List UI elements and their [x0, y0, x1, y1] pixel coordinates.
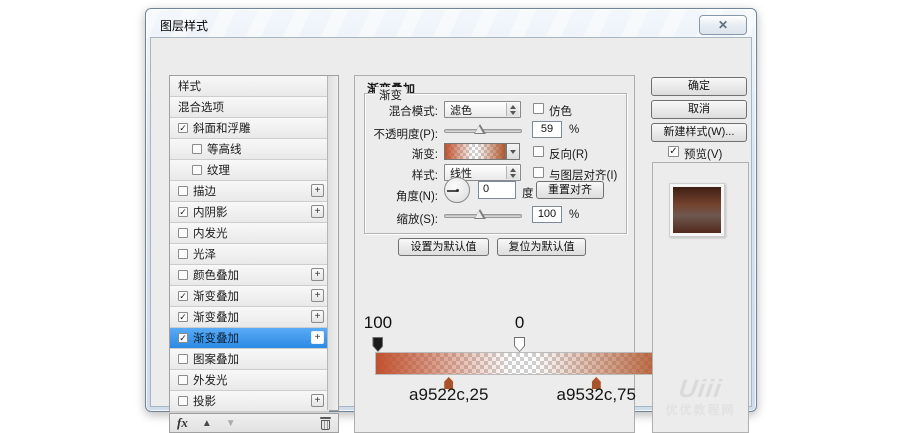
gradient-overlay-panel: 渐变叠加 渐变 混合模式: 滤色 仿色 不透明度(P): 59 % 渐变: — [354, 75, 635, 433]
scrollbar[interactable] — [327, 76, 338, 410]
sidebar-item-label: 样式 — [178, 78, 201, 94]
preview-checkbox[interactable]: ✓ — [668, 146, 679, 157]
sidebar-item[interactable]: ✓ 内阴影 + — [170, 202, 329, 223]
sidebar-item-label: 内发光 — [193, 225, 228, 241]
sidebar-item[interactable]: 光泽 — [170, 244, 329, 265]
ok-button[interactable]: 确定 — [651, 77, 747, 96]
cancel-button[interactable]: 取消 — [651, 100, 747, 119]
sidebar-item[interactable]: 纹理 — [170, 160, 329, 181]
sidebar-item[interactable]: 图案叠加 — [170, 349, 329, 370]
sidebar-item-label: 等高线 — [207, 141, 242, 157]
opacity-stop-marker[interactable] — [514, 337, 525, 352]
sidebar-item[interactable]: 混合选项 — [170, 97, 329, 118]
sidebar-item[interactable]: 投影 + — [170, 391, 329, 412]
expand-plus-icon[interactable]: + — [311, 289, 324, 302]
checkbox-icon[interactable] — [192, 144, 202, 154]
checkbox-icon[interactable]: ✓ — [178, 312, 188, 322]
opacity-stop-marker[interactable] — [372, 337, 383, 352]
expand-plus-icon[interactable]: + — [311, 205, 324, 218]
sidebar-item-label: 颜色叠加 — [193, 267, 239, 283]
sidebar-item[interactable]: 等高线 — [170, 139, 329, 160]
sidebar-item[interactable]: 描边 + — [170, 181, 329, 202]
checkbox-icon[interactable] — [178, 228, 188, 238]
sidebar-item[interactable]: ✓ 渐变叠加 + — [170, 286, 329, 307]
close-button[interactable]: ✕ — [699, 15, 747, 35]
checkbox-icon[interactable] — [178, 375, 188, 385]
checkbox-icon[interactable] — [178, 186, 188, 196]
sidebar-item[interactable]: 外发光 — [170, 370, 329, 391]
opacity-stop-value: 0 — [515, 313, 524, 333]
checkbox-icon[interactable] — [178, 354, 188, 364]
fx-icon[interactable]: fx — [177, 415, 188, 431]
watermark-text: 优优教程网 — [653, 401, 748, 418]
sidebar-item-label: 渐变叠加 — [193, 288, 239, 304]
checkbox-icon[interactable]: ✓ — [178, 333, 188, 343]
checkbox-icon[interactable] — [178, 270, 188, 280]
sidebar-item[interactable]: ✓ 斜面和浮雕 — [170, 118, 329, 139]
sidebar-item[interactable]: 样式 — [170, 76, 329, 97]
checkbox-icon[interactable] — [192, 165, 202, 175]
new-style-button[interactable]: 新建样式(W)... — [651, 123, 747, 142]
sidebar-item-label: 图案叠加 — [193, 351, 239, 367]
sidebar-item[interactable]: 颜色叠加 + — [170, 265, 329, 286]
sidebar-item-label: 渐变叠加 — [193, 330, 239, 346]
expand-plus-icon[interactable]: + — [311, 310, 324, 323]
sidebar-item-label: 外发光 — [193, 372, 228, 388]
expand-plus-icon[interactable]: + — [311, 331, 324, 344]
sidebar-item-label: 混合选项 — [178, 99, 224, 115]
opacity-stop-value: 100 — [364, 313, 392, 333]
sidebar-item-label: 描边 — [193, 183, 216, 199]
expand-plus-icon[interactable]: + — [311, 184, 324, 197]
sidebar-item-label: 斜面和浮雕 — [193, 120, 251, 136]
effects-toolbar: fx ▲ ▼ — [169, 413, 339, 433]
title-bar[interactable]: 图层样式 ✕ — [146, 9, 756, 37]
checkbox-icon[interactable] — [178, 249, 188, 259]
preview-panel: Uiii 优优教程网 — [652, 162, 749, 433]
close-icon: ✕ — [718, 18, 728, 32]
dialog-title: 图层样式 — [160, 17, 208, 34]
sidebar-item[interactable]: 内发光 — [170, 223, 329, 244]
preview-label: 预览(V) — [684, 146, 722, 162]
checkbox-icon[interactable]: ✓ — [178, 207, 188, 217]
layer-style-dialog: 图层样式 ✕ 样式混合选项 ✓ 斜面和浮雕等高线纹理描边 + ✓ 内阴影 + 内发光光泽颜色叠… — [145, 8, 757, 412]
delete-effect-icon[interactable] — [320, 417, 331, 430]
gradient-editor: 1000100 a9522c,25a9532c,75 — [355, 76, 634, 432]
move-up-icon[interactable]: ▲ — [202, 418, 212, 429]
dialog-body: 样式混合选项 ✓ 斜面和浮雕等高线纹理描边 + ✓ 内阴影 + 内发光光泽颜色叠加 + ✓ 渐变叠加… — [150, 37, 752, 407]
expand-plus-icon[interactable]: + — [311, 394, 324, 407]
expand-plus-icon[interactable]: + — [311, 268, 324, 281]
checkbox-icon[interactable] — [178, 396, 188, 406]
color-stop-value: a9522c,25 — [409, 385, 488, 405]
sidebar-item[interactable]: ✓ 渐变叠加 + — [170, 328, 329, 349]
sidebar-item-label: 光泽 — [193, 246, 216, 262]
color-stop-value: a9532c,75 — [557, 385, 636, 405]
sidebar-item-label: 渐变叠加 — [193, 309, 239, 325]
move-down-icon[interactable]: ▼ — [226, 418, 236, 429]
watermark-logo: Uiii — [651, 377, 749, 401]
sidebar-item-label: 内阴影 — [193, 204, 228, 220]
styles-list: 样式混合选项 ✓ 斜面和浮雕等高线纹理描边 + ✓ 内阴影 + 内发光光泽颜色叠加 + ✓ 渐变叠加… — [169, 75, 339, 411]
gradient-bar[interactable] — [375, 352, 670, 375]
watermark: Uiii 优优教程网 — [653, 377, 748, 418]
checkbox-icon[interactable]: ✓ — [178, 291, 188, 301]
style-preview-thumbnail — [669, 183, 725, 237]
sidebar-item-label: 投影 — [193, 393, 216, 409]
sidebar-item-label: 纹理 — [207, 162, 230, 178]
checkbox-icon[interactable]: ✓ — [178, 123, 188, 133]
sidebar-item[interactable]: ✓ 渐变叠加 + — [170, 307, 329, 328]
